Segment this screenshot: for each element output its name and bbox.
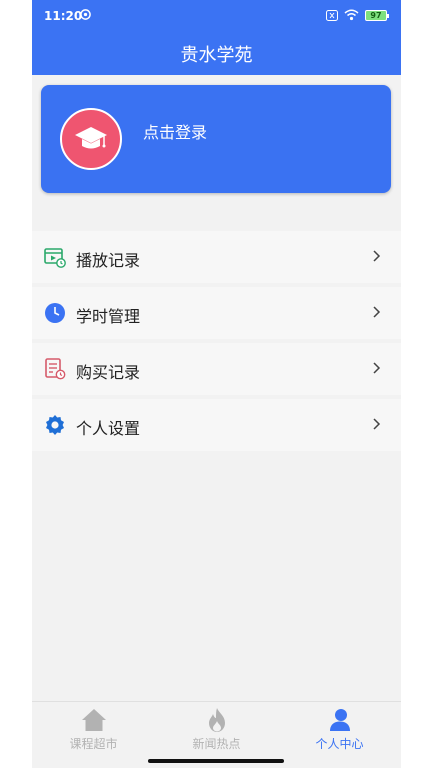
purchase-record-icon <box>45 358 66 380</box>
gear-icon <box>46 415 64 435</box>
home-indicator <box>148 759 284 763</box>
avatar[interactable] <box>60 108 122 170</box>
person-icon <box>329 709 350 731</box>
tab-personal-center[interactable]: 个人中心 <box>278 702 401 753</box>
menu-item-purchase-record[interactable]: 购买记录 <box>32 343 401 395</box>
flame-icon <box>208 708 225 732</box>
chevron-right-icon <box>373 362 381 374</box>
tab-label: 课程超市 <box>69 737 118 751</box>
sim-icon <box>326 9 338 21</box>
graduation-cap-icon <box>75 127 107 149</box>
bottom-tab-bar: 课程超市 新闻热点 个人中心 <box>32 701 401 753</box>
alarm-icon <box>80 9 91 20</box>
status-icons: 97 <box>326 8 389 22</box>
menu-label-settings: 个人设置 <box>76 419 141 438</box>
play-record-icon <box>44 248 66 268</box>
header-bar: 11:20 97 贵水学苑 <box>32 0 401 75</box>
menu-label-purchase-record: 购买记录 <box>76 363 141 382</box>
menu-item-study-hours[interactable]: 学时管理 <box>32 287 401 339</box>
menu-label-study-hours: 学时管理 <box>76 307 141 326</box>
login-card[interactable]: 点击登录 <box>41 85 391 193</box>
menu-list: 播放记录 学时管理 购买记录 个人设置 <box>32 231 401 455</box>
tab-label: 新闻热点 <box>192 737 241 751</box>
menu-item-settings[interactable]: 个人设置 <box>32 399 401 451</box>
login-label[interactable]: 点击登录 <box>143 119 207 143</box>
home-icon <box>81 709 106 731</box>
battery-icon: 97 <box>365 9 389 21</box>
tab-label: 个人中心 <box>315 737 364 751</box>
chevron-right-icon <box>373 250 381 262</box>
screen: 11:20 97 贵水学苑 点击登录 播放记录 学时管理 购买记录 个人设置 课… <box>32 0 401 768</box>
clock-icon <box>45 303 65 323</box>
menu-label-play-record: 播放记录 <box>76 251 141 270</box>
wifi-icon <box>344 9 359 21</box>
tab-news[interactable]: 新闻热点 <box>155 702 278 753</box>
menu-item-play-record[interactable]: 播放记录 <box>32 231 401 283</box>
page-title: 贵水学苑 <box>180 45 253 66</box>
tab-course-market[interactable]: 课程超市 <box>32 702 155 753</box>
status-time: 11:20 <box>44 9 83 23</box>
chevron-right-icon <box>373 418 381 430</box>
chevron-right-icon <box>373 306 381 318</box>
